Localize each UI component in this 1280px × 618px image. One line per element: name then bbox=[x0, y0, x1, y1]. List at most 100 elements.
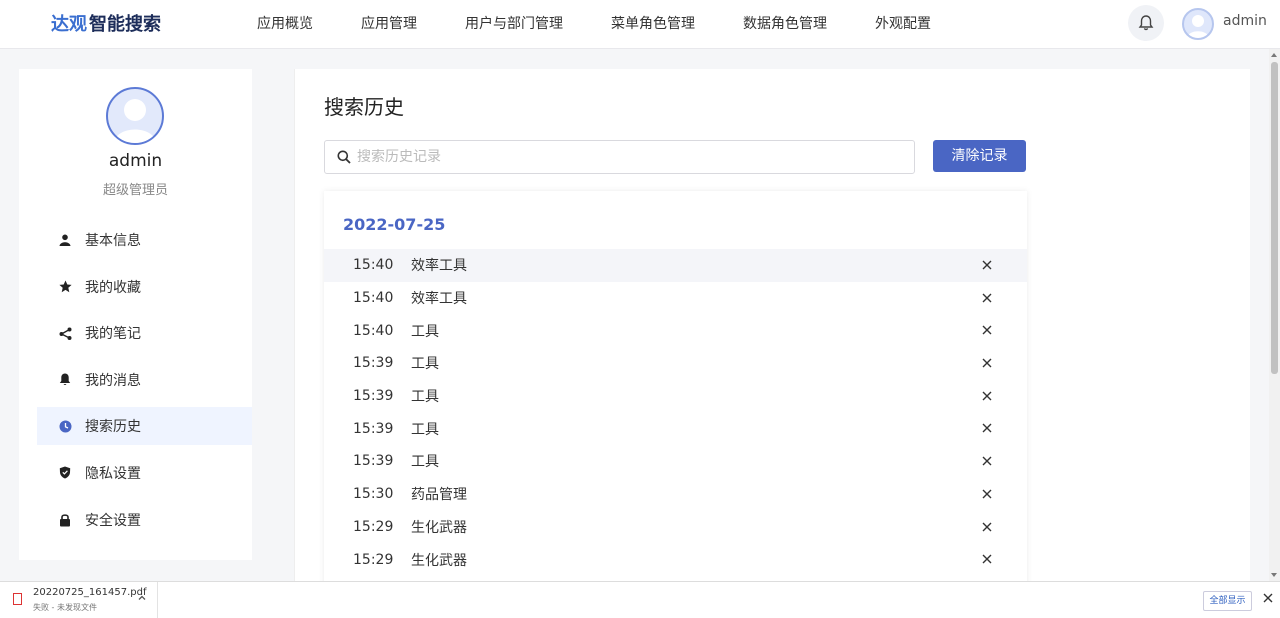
notification-button[interactable] bbox=[1128, 5, 1164, 41]
history-time: 15:29 bbox=[353, 518, 394, 535]
main-panel: 搜索历史 清除记录 2022-07-25 15:40 效率工具 15:40 效率… bbox=[294, 69, 1250, 591]
sidebar-item-notes[interactable]: 我的笔记 bbox=[37, 314, 252, 352]
close-icon[interactable] bbox=[1262, 592, 1274, 604]
sidebar-item-search-history[interactable]: 搜索历史 bbox=[37, 407, 252, 446]
search-input[interactable] bbox=[357, 149, 897, 165]
delete-icon[interactable] bbox=[980, 291, 994, 305]
nav-item-menu-roles[interactable]: 菜单角色管理 bbox=[587, 0, 719, 49]
sidebar-item-security[interactable]: 安全设置 bbox=[37, 501, 252, 539]
sidebar-item-label: 安全设置 bbox=[85, 512, 141, 529]
scrollbar-thumb[interactable] bbox=[1271, 62, 1278, 374]
history-row[interactable]: 15:39 工具 bbox=[324, 445, 1027, 478]
delete-icon[interactable] bbox=[980, 258, 994, 272]
user-icon bbox=[58, 233, 72, 247]
profile-avatar bbox=[106, 87, 164, 145]
avatar-user-icon bbox=[114, 99, 156, 143]
history-row[interactable]: 15:40 工具 bbox=[324, 314, 1027, 347]
delete-icon[interactable] bbox=[980, 487, 994, 501]
search-icon bbox=[337, 150, 351, 164]
sidebar-item-label: 隐私设置 bbox=[85, 465, 141, 482]
download-status: 失败 - 未发现文件 bbox=[33, 603, 97, 612]
star-icon bbox=[58, 280, 72, 294]
delete-icon[interactable] bbox=[980, 552, 994, 566]
bell-icon bbox=[1138, 15, 1154, 31]
history-query[interactable]: 生化武器 bbox=[411, 550, 1027, 570]
history-time: 15:40 bbox=[353, 257, 394, 274]
history-time: 15:40 bbox=[353, 290, 394, 307]
clear-history-button[interactable]: 清除记录 bbox=[933, 140, 1026, 172]
profile-sidebar: admin 超级管理员 基本信息 我的收藏 我的笔记 我的消息 搜索历史 隐私设… bbox=[19, 69, 252, 560]
nav-item-appearance[interactable]: 外观配置 bbox=[851, 0, 955, 49]
pdf-file-icon bbox=[13, 593, 22, 605]
top-username[interactable]: admin bbox=[1223, 13, 1267, 29]
page-scrollbar[interactable] bbox=[1269, 49, 1280, 581]
chevron-up-icon[interactable] bbox=[137, 593, 147, 603]
download-item[interactable]: 20220725_161457.pdf 失败 - 未发现文件 bbox=[0, 582, 158, 618]
nav-item-app-overview[interactable]: 应用概览 bbox=[233, 0, 337, 49]
scroll-down-arrow-icon[interactable] bbox=[1271, 573, 1277, 577]
profile-name: admin bbox=[108, 151, 163, 171]
clock-icon bbox=[58, 419, 72, 433]
main-nav: 应用概览 应用管理 用户与部门管理 菜单角色管理 数据角色管理 外观配置 bbox=[233, 0, 955, 49]
sidebar-item-messages[interactable]: 我的消息 bbox=[37, 361, 252, 399]
app-logo[interactable]: 达观 智能搜索 bbox=[51, 7, 161, 39]
history-row[interactable]: 15:29 生化武器 bbox=[324, 511, 1027, 544]
history-query[interactable]: 生化武器 bbox=[411, 517, 1027, 537]
page-title: 搜索历史 bbox=[324, 95, 404, 119]
sidebar-item-privacy[interactable]: 隐私设置 bbox=[37, 454, 252, 492]
delete-icon[interactable] bbox=[980, 421, 994, 435]
delete-icon[interactable] bbox=[980, 356, 994, 370]
history-row[interactable]: 15:40 效率工具 bbox=[324, 282, 1027, 315]
avatar-user-icon bbox=[1187, 15, 1209, 38]
history-date: 2022-07-25 bbox=[343, 215, 446, 234]
history-time: 15:39 bbox=[353, 388, 394, 405]
history-row[interactable]: 15:39 工具 bbox=[324, 380, 1027, 413]
history-list: 15:40 效率工具 15:40 效率工具 15:40 工具 15:39 工具 … bbox=[324, 249, 1027, 576]
history-row[interactable]: 15:39 工具 bbox=[324, 412, 1027, 445]
delete-icon[interactable] bbox=[980, 323, 994, 337]
history-query[interactable]: 工具 bbox=[411, 451, 1027, 471]
sidebar-item-label: 我的消息 bbox=[85, 372, 141, 389]
download-filename: 20220725_161457.pdf bbox=[33, 587, 147, 598]
delete-icon[interactable] bbox=[980, 454, 994, 468]
history-query[interactable]: 工具 bbox=[411, 353, 1027, 373]
sidebar-item-favorites[interactable]: 我的收藏 bbox=[37, 268, 252, 306]
history-row[interactable]: 15:40 效率工具 bbox=[324, 249, 1027, 282]
user-avatar[interactable] bbox=[1182, 8, 1214, 40]
history-card: 2022-07-25 15:40 效率工具 15:40 效率工具 15:40 工… bbox=[324, 191, 1027, 591]
bell-icon bbox=[58, 373, 72, 387]
nav-item-app-management[interactable]: 应用管理 bbox=[337, 0, 441, 49]
nav-item-users-departments[interactable]: 用户与部门管理 bbox=[441, 0, 587, 49]
logo-text: 智能搜索 bbox=[89, 14, 161, 35]
history-time: 15:39 bbox=[353, 453, 394, 470]
history-row[interactable]: 15:39 工具 bbox=[324, 347, 1027, 380]
history-query[interactable]: 工具 bbox=[411, 419, 1027, 439]
history-query[interactable]: 工具 bbox=[411, 321, 1027, 341]
history-query[interactable]: 工具 bbox=[411, 386, 1027, 406]
sidebar-item-label: 我的笔记 bbox=[85, 326, 141, 343]
download-bar: 20220725_161457.pdf 失败 - 未发现文件 全部显示 bbox=[0, 581, 1280, 618]
show-all-downloads-button[interactable]: 全部显示 bbox=[1203, 591, 1252, 611]
sidebar-item-basic-info[interactable]: 基本信息 bbox=[37, 221, 252, 259]
shield-icon bbox=[58, 466, 72, 480]
sidebar-item-label: 搜索历史 bbox=[85, 419, 141, 436]
history-row[interactable]: 15:29 生化武器 bbox=[324, 543, 1027, 576]
top-navbar: 达观 智能搜索 应用概览 应用管理 用户与部门管理 菜单角色管理 数据角色管理 … bbox=[0, 0, 1280, 49]
history-time: 15:40 bbox=[353, 322, 394, 339]
profile-menu: 基本信息 我的收藏 我的笔记 我的消息 搜索历史 隐私设置 安全设置 bbox=[37, 221, 252, 547]
scroll-up-arrow-icon[interactable] bbox=[1271, 53, 1277, 57]
logo-mark: 达观 bbox=[51, 14, 87, 35]
sidebar-item-label: 我的收藏 bbox=[85, 279, 141, 296]
history-query[interactable]: 效率工具 bbox=[411, 288, 1027, 308]
history-time: 15:29 bbox=[353, 551, 394, 568]
history-row[interactable]: 15:30 药品管理 bbox=[324, 478, 1027, 511]
search-field[interactable] bbox=[324, 140, 915, 174]
nav-item-data-roles[interactable]: 数据角色管理 bbox=[719, 0, 851, 49]
history-query[interactable]: 效率工具 bbox=[411, 255, 1027, 275]
history-time: 15:39 bbox=[353, 355, 394, 372]
history-query[interactable]: 药品管理 bbox=[411, 484, 1027, 504]
share-icon bbox=[58, 326, 72, 340]
delete-icon[interactable] bbox=[980, 520, 994, 534]
delete-icon[interactable] bbox=[980, 389, 994, 403]
lock-icon bbox=[58, 513, 72, 527]
